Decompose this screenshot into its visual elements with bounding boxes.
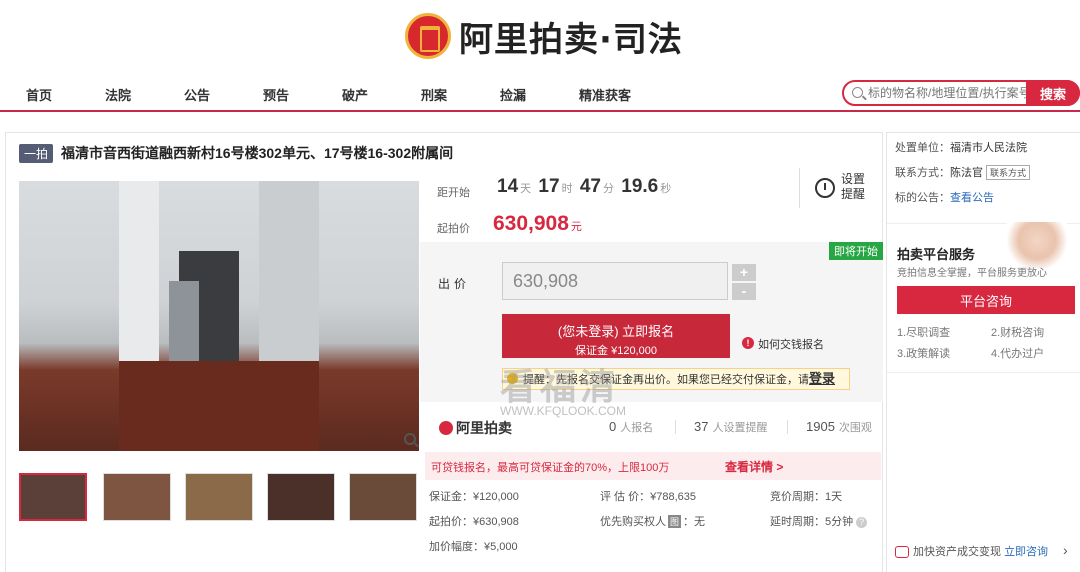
priority-buyer: 优先购买权人图：无: [600, 515, 706, 528]
nav-item-preview[interactable]: 预告: [263, 85, 289, 104]
start-price: 630,908 元: [493, 212, 582, 235]
hammer-icon: [895, 546, 909, 559]
bid-input[interactable]: [502, 262, 728, 300]
service-item-transfer[interactable]: 4.代办过户: [991, 345, 1044, 361]
platform-service: 拍卖平台服务 竞拍信息全掌握，平台服务更放心 平台咨询 1.尽职调查 2.财税咨…: [887, 222, 1080, 373]
thumbnail-3[interactable]: [185, 473, 253, 521]
title-row: 一拍 福清市音西街道融西新村16号楼302单元、17号楼16-302附属间: [19, 143, 453, 163]
deposit-value: 保证金：¥120,000: [429, 491, 519, 503]
disposal-unit: 处置单位：福清市人民法院: [895, 142, 1027, 154]
consult-now-link[interactable]: 立即咨询: [1004, 546, 1048, 558]
bid-area: 即将开始 出价 + - (您未登录) 立即报名 保证金 ¥120,000 ! 如…: [420, 242, 883, 402]
main-nav: 首页 法院 公告 预告 破产 刑案 捡漏 精准获客 搜索: [0, 78, 1080, 112]
loan-text: 可贷钱报名，最高可贷保证金的70%，上限100万: [431, 462, 670, 474]
contact-chip[interactable]: 联系方式: [986, 165, 1031, 180]
thumbnail-4[interactable]: [267, 473, 335, 521]
loan-details-link[interactable]: 查看详情 >: [725, 458, 783, 475]
help-icon[interactable]: ?: [856, 517, 868, 528]
site-logo[interactable]: 阿里拍卖·司法: [405, 10, 683, 62]
service-subtitle: 竞拍信息全掌握，平台服务更放心: [897, 268, 1047, 279]
ali-auction-icon: [439, 421, 453, 435]
ali-auction-brand: 阿里拍卖: [439, 418, 512, 438]
round-tag: 一拍: [19, 143, 54, 163]
view-count: 1905 次围观: [806, 419, 872, 434]
alarm-clock-icon[interactable]: [815, 178, 835, 198]
appraisal-value: 评 估 价：¥788,635: [600, 491, 696, 503]
nav-item-customers[interactable]: 精准获客: [579, 85, 631, 104]
chevron-right-icon[interactable]: ›: [1063, 542, 1068, 558]
countdown-label: 距开始: [437, 187, 470, 199]
search-button[interactable]: 搜索: [1026, 80, 1080, 106]
asset-consult-row: 加快资产成交变现 立即咨询: [895, 543, 1048, 559]
court-emblem-icon: [405, 13, 451, 59]
thumbnail-5[interactable]: [349, 473, 417, 521]
nav-item-court[interactable]: 法院: [105, 85, 131, 104]
service-title: 拍卖平台服务: [897, 247, 976, 262]
increment-value: 加价幅度：¥5,000: [429, 541, 518, 553]
auction-status: 距开始 14 天 17 时 47 分 19.6 秒 起拍价 630,908 元 设置提醒: [425, 162, 883, 242]
set-reminder-link[interactable]: 设置提醒: [841, 172, 871, 202]
logo-text: 阿里拍卖·司法: [459, 19, 683, 60]
sidebar: 处置单位：福清市人民法院 联系方式：陈法官 联系方式 标的公告：查看公告 拍卖平台…: [886, 132, 1080, 572]
service-agent-avatar: [1007, 222, 1067, 268]
zoom-icon[interactable]: [404, 433, 416, 445]
increase-bid-button[interactable]: +: [732, 264, 756, 281]
nav-item-criminal[interactable]: 刑案: [421, 85, 447, 104]
start-price-detail: 起拍价：¥630,908: [429, 516, 519, 528]
reminder-count: 37 人设置提醒: [694, 419, 768, 434]
loan-bar: 可贷钱报名，最高可贷保证金的70%，上限100万 查看详情 >: [425, 452, 881, 480]
main-photo[interactable]: [19, 181, 419, 451]
nav-item-notice[interactable]: 公告: [184, 85, 210, 104]
service-item-due-diligence[interactable]: 1.尽职调查: [897, 324, 950, 340]
nav-item-home[interactable]: 首页: [26, 85, 52, 104]
decrease-bid-button[interactable]: -: [732, 283, 756, 300]
stats-row: 阿里拍卖 0 人报名 37 人设置提醒 1905 次围观: [425, 412, 883, 442]
how-to-pay-link[interactable]: 如何交钱报名: [758, 336, 824, 352]
service-item-policy[interactable]: 3.政策解读: [897, 345, 950, 361]
search-box: 搜索: [842, 80, 1080, 106]
notice-row: 标的公告：查看公告: [895, 192, 994, 204]
nav-item-bankruptcy[interactable]: 破产: [342, 85, 368, 104]
info-icon: !: [742, 337, 754, 349]
item-title: 福清市音西街道融西新村16号楼302单元、17号楼16-302附属间: [61, 145, 454, 161]
watermark: 看福清: [500, 367, 621, 408]
countdown: 14 天 17 时 47 分 19.6 秒: [497, 176, 672, 197]
signup-count: 0 人报名: [609, 419, 654, 434]
search-input[interactable]: [868, 84, 1026, 102]
thumbnail-2[interactable]: [103, 473, 171, 521]
delay-cycle: 延时周期：5分钟?: [770, 513, 868, 529]
bid-label: 出价: [438, 277, 471, 291]
platform-consult-button[interactable]: 平台咨询: [897, 286, 1075, 314]
search-icon: [852, 87, 863, 98]
thumbnail-1[interactable]: [19, 473, 87, 521]
signup-button[interactable]: (您未登录) 立即报名 保证金 ¥120,000: [502, 314, 730, 358]
nav-item-bargain[interactable]: 捡漏: [500, 85, 526, 104]
coming-soon-badge: 即将开始: [829, 242, 883, 260]
service-item-tax[interactable]: 2.财税咨询: [991, 324, 1044, 340]
contact-row: 联系方式：陈法官 联系方式: [895, 164, 1031, 180]
start-price-label: 起拍价: [437, 223, 470, 235]
bid-cycle: 竞价周期：1天: [770, 491, 843, 503]
login-link[interactable]: 登录: [809, 371, 835, 386]
view-notice-link[interactable]: 查看公告: [950, 192, 994, 204]
watermark-url: WWW.KFQLOOK.COM: [500, 404, 626, 418]
priority-badge: 图: [668, 515, 682, 528]
